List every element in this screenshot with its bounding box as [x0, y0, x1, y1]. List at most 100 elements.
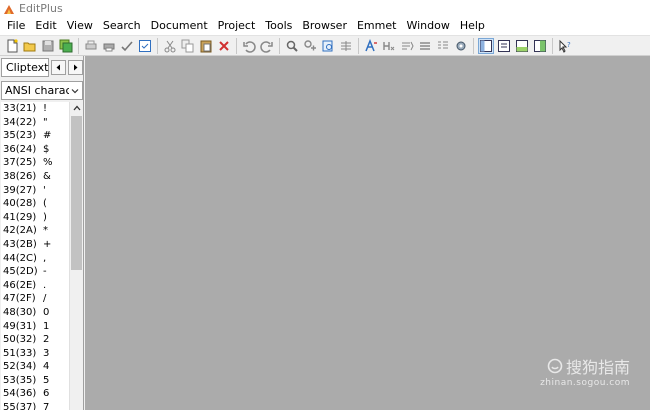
charset-select-value: ANSI characters [5, 84, 69, 97]
goto-line-icon[interactable] [338, 38, 354, 54]
tab-scroll-left-button[interactable] [51, 60, 66, 75]
char-glyph: * [43, 225, 48, 237]
char-code: 36(24) [3, 143, 37, 155]
toolbar-separator [236, 37, 237, 54]
char-code: 41(29) [3, 211, 37, 223]
cliptext-scrollbar[interactable] [69, 102, 83, 410]
ruler-icon[interactable] [435, 38, 451, 54]
menu-bar: File Edit View Search Document Project T… [0, 17, 650, 35]
char-glyph: 3 [43, 347, 50, 359]
word-wrap-icon[interactable] [399, 38, 415, 54]
char-code: 54(36) [3, 388, 37, 400]
char-glyph: ( [43, 198, 47, 210]
menu-project[interactable]: Project [213, 17, 261, 35]
menu-help[interactable]: Help [455, 17, 490, 35]
cliptext-list[interactable]: 33(21)! 34(22) " 35(23) #36(24) $37(25)% 38(26… [1, 102, 83, 410]
new-file-icon[interactable] [4, 38, 20, 54]
char-glyph: 6 [43, 388, 50, 400]
char-glyph: ! [43, 103, 48, 114]
char-glyph: 5 [43, 374, 50, 386]
char-glyph: 0 [43, 306, 50, 318]
output-window-icon[interactable] [514, 38, 530, 54]
char-code: 49(31) [3, 320, 37, 332]
char-code: 42(2A) [3, 225, 37, 237]
char-code: 51(33) [3, 347, 37, 359]
toolbar: ? [0, 35, 650, 56]
user-tool-window-icon[interactable] [532, 38, 548, 54]
menu-edit[interactable]: Edit [30, 17, 61, 35]
cliptext-window-icon[interactable] [478, 37, 494, 54]
save-all-icon[interactable] [58, 38, 74, 54]
char-code: 46(2E) [3, 279, 37, 291]
print-icon[interactable] [101, 38, 117, 54]
char-code: 44(2C) [3, 252, 37, 264]
menu-document[interactable]: Document [146, 17, 213, 35]
delete-icon[interactable] [216, 38, 232, 54]
menu-emmet[interactable]: Emmet [352, 17, 401, 35]
tab-cliptext-label: Cliptext [6, 61, 49, 74]
toolbar-separator [78, 37, 79, 54]
char-code: 50(32) [3, 334, 37, 346]
settings-gear-icon[interactable] [453, 38, 469, 54]
replace-icon[interactable] [302, 38, 318, 54]
char-code: 43(2B) [3, 238, 37, 250]
menu-tools[interactable]: Tools [260, 17, 297, 35]
char-code: 52(34) [3, 361, 37, 373]
menu-search[interactable]: Search [98, 17, 146, 35]
context-help-icon[interactable]: ? [557, 38, 573, 54]
char-code: 37(25) [3, 157, 37, 169]
cut-icon[interactable] [162, 38, 178, 54]
toolbar-separator [473, 37, 474, 54]
menu-window[interactable]: Window [401, 17, 454, 35]
char-glyph: 7 [43, 402, 50, 410]
find-icon[interactable] [284, 38, 300, 54]
char-glyph: . [43, 279, 47, 291]
watermark-url: zhinan.sogou.com [540, 378, 630, 388]
toolbar-separator [552, 37, 553, 54]
find-in-files-icon[interactable] [320, 38, 336, 54]
char-glyph: ) [43, 211, 47, 223]
toolbar-separator [358, 37, 359, 54]
tab-scroll-right-button[interactable] [68, 60, 83, 75]
copy-icon[interactable] [180, 38, 196, 54]
char-glyph: 2 [43, 334, 50, 346]
char-code: 35(23) [3, 130, 37, 142]
scroll-up-icon[interactable] [72, 103, 82, 113]
triangle-left-icon [56, 64, 60, 71]
font-icon[interactable] [363, 38, 379, 54]
print-preview-icon[interactable] [83, 38, 99, 54]
char-code: 33(21) [3, 103, 37, 114]
charset-select[interactable]: ANSI characters [1, 81, 83, 100]
tab-cliptext[interactable]: Cliptext [1, 58, 49, 77]
char-glyph: 1 [43, 320, 50, 332]
editor-area[interactable]: 搜狗指南 zhinan.sogou.com [85, 56, 650, 410]
char-glyph: # [43, 130, 52, 142]
char-code: 38(26) [3, 170, 37, 182]
undo-icon[interactable] [241, 38, 257, 54]
menu-browser[interactable]: Browser [297, 17, 352, 35]
save-icon[interactable] [40, 38, 56, 54]
redo-icon[interactable] [259, 38, 275, 54]
editplus-app-icon [3, 3, 15, 15]
toolbar-separator [279, 37, 280, 54]
toolbar-separator [157, 37, 158, 54]
svg-text:?: ? [567, 41, 571, 49]
open-folder-icon[interactable] [22, 38, 38, 54]
directory-window-icon[interactable] [496, 38, 512, 54]
char-glyph: + [43, 238, 52, 250]
spell-check-icon[interactable] [119, 38, 135, 54]
char-glyph: , [43, 252, 47, 264]
watermark: 搜狗指南 zhinan.sogou.com [540, 354, 630, 388]
menu-file[interactable]: File [2, 17, 30, 35]
scrollbar-thumb[interactable] [71, 116, 82, 270]
browser-view-icon[interactable] [137, 38, 153, 54]
char-glyph: " [43, 116, 48, 128]
menu-view[interactable]: View [62, 17, 98, 35]
window-title: EditPlus [19, 2, 63, 15]
heading-icon[interactable] [381, 38, 397, 54]
cliptext-panel: Cliptext ANSI characters 33(21)! 34(22) " 3… [0, 56, 84, 410]
line-number-icon[interactable] [417, 38, 433, 54]
paste-icon[interactable] [198, 38, 214, 54]
char-glyph: & [43, 170, 51, 182]
char-glyph: $ [43, 143, 50, 155]
